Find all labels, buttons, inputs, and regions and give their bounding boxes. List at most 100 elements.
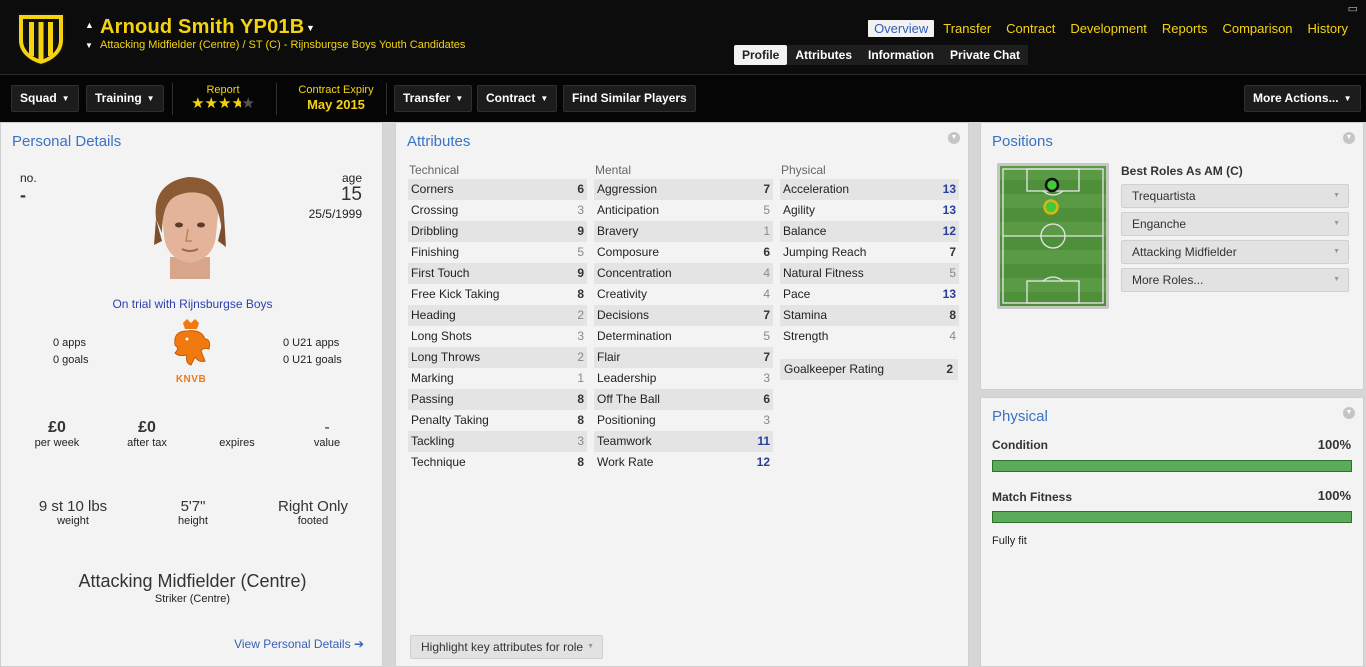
attribute-value: 4 [763,287,770,301]
player-menu-chevron-icon[interactable]: ▼ [306,23,315,33]
attribute-name: Concentration [597,266,672,280]
attribute-row-concentration[interactable]: Concentration 4 [594,263,773,284]
contract-label: Contract [486,91,536,105]
height-value: 5'7" [180,498,206,515]
tab-contract[interactable]: Contract [1000,20,1061,37]
attribute-row-passing[interactable]: Passing 8 [408,389,587,410]
highlight-key-attributes-button[interactable]: Highlight key attributes for role ▼ [410,635,603,659]
goalkeeper-rating-label: Goalkeeper Rating [784,362,885,376]
attribute-value: 3 [763,413,770,427]
attribute-row-composure[interactable]: Composure 6 [594,242,773,263]
transfer-button[interactable]: Transfer ▼ [394,85,473,112]
role-enganche[interactable]: Enganche ▼ [1121,212,1349,236]
chevron-down-icon: ▼ [146,94,155,104]
attribute-row-anticipation[interactable]: Anticipation 5 [594,200,773,221]
attribute-row-stamina[interactable]: Stamina 8 [780,305,959,326]
tab-overview[interactable]: Overview [868,20,935,37]
attribute-row-free-kick-taking[interactable]: Free Kick Taking 8 [408,284,587,305]
attribute-row-work-rate[interactable]: Work Rate 12 [594,452,773,473]
pitch-diagram[interactable] [997,163,1109,309]
tab-transfer[interactable]: Transfer [937,20,997,37]
attribute-row-technique[interactable]: Technique 8 [408,452,587,473]
attribute-row-crossing[interactable]: Crossing 3 [408,200,587,221]
attribute-row-acceleration[interactable]: Acceleration 13 [780,179,959,200]
attribute-row-strength[interactable]: Strength 4 [780,326,959,347]
role-attacking-midfielder[interactable]: Attacking Midfielder ▼ [1121,240,1349,264]
attribute-row-first-touch[interactable]: First Touch 9 [408,263,587,284]
squad-number-value: - [20,185,26,205]
player-value-label: value [313,437,341,449]
federation-logo[interactable]: KNVB [165,317,217,387]
attribute-row-heading[interactable]: Heading 2 [408,305,587,326]
attribute-row-long-shots[interactable]: Long Shots 3 [408,326,587,347]
attribute-row-pace[interactable]: Pace 13 [780,284,959,305]
chevron-down-icon: ▼ [1333,192,1340,199]
personal-details-panel: Personal Details no. - age 15 25/5/1999 … [0,122,383,667]
attribute-row-dribbling[interactable]: Dribbling 9 [408,221,587,242]
attribute-row-bravery[interactable]: Bravery 1 [594,221,773,242]
tab-development[interactable]: Development [1064,20,1153,37]
wage-value: £0 [48,419,66,436]
contract-button[interactable]: Contract ▼ [477,85,558,112]
divider [172,83,173,115]
attribute-row-natural-fitness[interactable]: Natural Fitness 5 [780,263,959,284]
panel-options-chevron-icon[interactable]: ▼ [1343,407,1355,419]
attribute-value: 3 [763,371,770,385]
attribute-row-jumping-reach[interactable]: Jumping Reach 7 [780,242,959,263]
attribute-row-marking[interactable]: Marking 1 [408,368,587,389]
attribute-row-finishing[interactable]: Finishing 5 [408,242,587,263]
attribute-name: Dribbling [411,224,459,238]
tab-reports[interactable]: Reports [1156,20,1214,37]
divider [386,83,387,115]
squad-button[interactable]: Squad ▼ [11,85,79,112]
panel-options-chevron-icon[interactable]: ▼ [1343,132,1355,144]
view-personal-details-link[interactable]: View Personal Details ➔ [234,637,364,651]
attribute-value: 5 [763,329,770,343]
attribute-value: 8 [577,413,584,427]
tab-comparison[interactable]: Comparison [1216,20,1298,37]
attribute-row-determination[interactable]: Determination 5 [594,326,773,347]
footed-value: Right Only [277,498,349,515]
report-rating[interactable]: Report ★★★★★ [180,84,266,112]
training-button[interactable]: Training ▼ [86,85,164,112]
attribute-row-off-the-ball[interactable]: Off The Ball 6 [594,389,773,410]
federation-name: KNVB [175,374,207,385]
attribute-row-creativity[interactable]: Creativity 4 [594,284,773,305]
panel-title: Attributes [407,133,471,150]
attribute-row-positioning[interactable]: Positioning 3 [594,410,773,431]
find-similar-players-button[interactable]: Find Similar Players [563,85,696,112]
position-marker-striker [1044,177,1060,193]
panel-title: Positions [992,133,1053,150]
attribute-row-leadership[interactable]: Leadership 3 [594,368,773,389]
attribute-row-long-throws[interactable]: Long Throws 2 [408,347,587,368]
panel-options-chevron-icon[interactable]: ▼ [948,132,960,144]
player-face-icon [154,177,226,279]
next-player-icon[interactable]: ▼ [85,41,93,50]
role-label: More Roles... [1132,273,1204,287]
subtab-private-chat[interactable]: Private Chat [942,45,1029,65]
trial-status[interactable]: On trial with Rijnsburgse Boys [1,297,384,311]
attribute-row-agility[interactable]: Agility 13 [780,200,959,221]
attribute-row-tackling[interactable]: Tackling 3 [408,431,587,452]
role-trequartista[interactable]: Trequartista ▼ [1121,184,1349,208]
attribute-row-flair[interactable]: Flair 7 [594,347,773,368]
attribute-row-decisions[interactable]: Decisions 7 [594,305,773,326]
tab-history[interactable]: History [1302,20,1354,37]
window-restore-icon[interactable]: ▭ [1348,4,1358,15]
subtab-profile[interactable]: Profile [734,45,788,65]
panel-title: Personal Details [12,133,122,150]
attribute-row-teamwork[interactable]: Teamwork 11 [594,431,773,452]
attribute-row-corners[interactable]: Corners 6 [408,179,587,200]
more-roles-dropdown[interactable]: More Roles... ▼ [1121,268,1349,292]
subtab-information[interactable]: Information [860,45,943,65]
subtab-attributes[interactable]: Attributes [787,45,861,65]
attribute-name: Jumping Reach [783,245,867,259]
attribute-row-balance[interactable]: Balance 12 [780,221,959,242]
attribute-value: 4 [763,266,770,280]
attribute-row-aggression[interactable]: Aggression 7 [594,179,773,200]
arrow-right-icon: ➔ [353,637,364,651]
previous-player-icon[interactable]: ▲ [85,20,94,30]
footed-label: footed [297,515,329,527]
more-actions-button[interactable]: More Actions... ▼ [1244,85,1361,112]
attribute-row-penalty-taking[interactable]: Penalty Taking 8 [408,410,587,431]
